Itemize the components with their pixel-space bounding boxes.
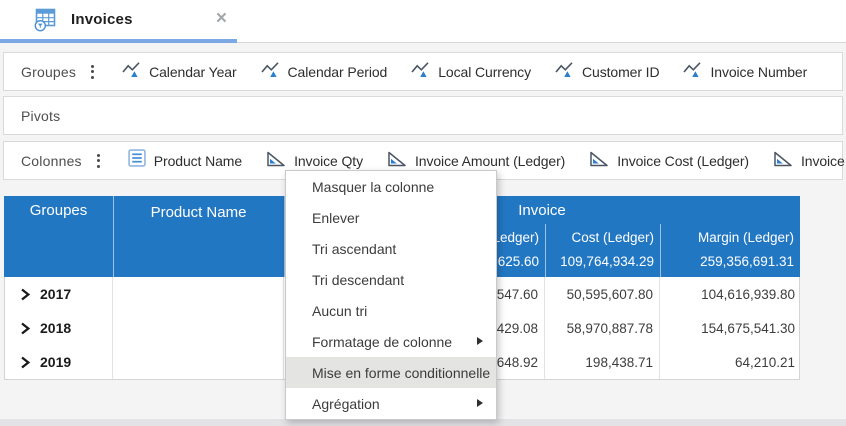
group-field-customer-id[interactable]: Customer ID bbox=[555, 61, 659, 83]
dimension-field-icon bbox=[261, 61, 280, 83]
column-field-invoice-cost[interactable]: Invoice Cost (Ledger) bbox=[589, 150, 749, 172]
cell-margin: 154,675,541.30 bbox=[660, 311, 801, 345]
menu-item-mise-en-forme-conditionnelle[interactable]: Mise en forme conditionnelle bbox=[286, 357, 496, 388]
menu-item-aucun-tri[interactable]: Aucun tri bbox=[286, 295, 496, 326]
row-2017-group-cell[interactable]: 2017 bbox=[5, 277, 113, 311]
chevron-right-icon[interactable] bbox=[19, 288, 31, 301]
menu-item-masquer-la-colonne[interactable]: Masquer la colonne bbox=[286, 171, 496, 202]
groups-chips: Calendar Year Calendar Period Local Curr… bbox=[122, 61, 807, 83]
table-filter-icon bbox=[33, 7, 58, 32]
dimension-field-icon bbox=[555, 61, 574, 83]
header-product-name[interactable]: Product Name bbox=[113, 201, 284, 225]
measure-column-icon bbox=[589, 150, 609, 172]
menu-item-tri-descendant[interactable]: Tri descendant bbox=[286, 264, 496, 295]
cell-margin: 104,616,939.80 bbox=[660, 277, 801, 311]
cell-cost: 198,438.71 bbox=[545, 345, 660, 379]
active-tab-underline bbox=[0, 39, 237, 43]
tab-title: Invoices bbox=[71, 11, 133, 28]
window-bottom-edge bbox=[0, 419, 846, 426]
menu-item-enlever[interactable]: Enlever bbox=[286, 202, 496, 233]
column-field-invoice-qty[interactable]: Invoice Qty bbox=[266, 150, 363, 172]
cell-cost: 50,595,607.80 bbox=[545, 277, 660, 311]
tab-bar: Invoices × bbox=[0, 0, 846, 43]
pivot-grid-window: Invoices × Groupes Calendar Year Calenda… bbox=[0, 0, 846, 426]
columns-menu-icon[interactable] bbox=[93, 151, 104, 171]
measure-column-icon bbox=[387, 150, 407, 172]
dimension-field-icon bbox=[411, 61, 430, 83]
submenu-arrow-icon bbox=[477, 399, 483, 407]
column-field-product-name[interactable]: Product Name bbox=[128, 149, 242, 172]
header-cost-ledger[interactable]: Cost (Ledger) bbox=[545, 224, 660, 250]
measure-column-icon bbox=[266, 150, 286, 172]
document-lines-icon bbox=[128, 149, 146, 172]
group-field-invoice-number[interactable]: Invoice Number bbox=[683, 61, 807, 83]
row-2018-group-cell[interactable]: 2018 bbox=[5, 311, 113, 345]
dimension-field-icon bbox=[122, 61, 141, 83]
grand-total-margin: 259,356,691.31 bbox=[660, 248, 800, 274]
tab-invoices[interactable]: Invoices × bbox=[0, 0, 237, 39]
submenu-arrow-icon bbox=[477, 337, 483, 345]
group-field-calendar-year[interactable]: Calendar Year bbox=[122, 61, 236, 83]
column-field-invoice-amount[interactable]: Invoice Amount (Ledger) bbox=[387, 150, 565, 172]
column-field-invoice-margin[interactable]: Invoice Margin (Ledger) bbox=[773, 150, 846, 172]
close-icon[interactable]: × bbox=[216, 8, 227, 30]
measure-column-icon bbox=[773, 150, 793, 172]
dimension-field-icon bbox=[683, 61, 702, 83]
header-groupes[interactable]: Groupes bbox=[4, 196, 113, 224]
menu-item-tri-ascendant[interactable]: Tri ascendant bbox=[286, 233, 496, 264]
group-field-calendar-period[interactable]: Calendar Period bbox=[261, 61, 388, 83]
header-margin-ledger[interactable]: Margin (Ledger) bbox=[660, 224, 800, 250]
columns-bar-label: Colonnes bbox=[21, 153, 82, 169]
columns-chips: Product Name Invoice Qty Invoice Amount … bbox=[128, 149, 846, 172]
column-context-menu: Masquer la colonne Enlever Tri ascendant… bbox=[285, 170, 497, 420]
pivots-bar-label: Pivots bbox=[21, 108, 60, 124]
groups-bar-label: Groupes bbox=[21, 64, 76, 80]
pivots-bar[interactable]: Pivots bbox=[3, 96, 843, 135]
chevron-right-icon[interactable] bbox=[19, 322, 31, 335]
menu-item-formatage-de-colonne[interactable]: Formatage de colonne bbox=[286, 326, 496, 357]
groups-bar: Groupes Calendar Year Calendar Period Lo… bbox=[3, 52, 843, 91]
cell-margin: 64,210.21 bbox=[660, 345, 801, 379]
chevron-right-icon[interactable] bbox=[19, 356, 31, 369]
groups-menu-icon[interactable] bbox=[87, 62, 98, 82]
group-field-local-currency[interactable]: Local Currency bbox=[411, 61, 531, 83]
grand-total-cost: 109,764,934.29 bbox=[545, 248, 660, 274]
cell-cost: 58,970,887.78 bbox=[545, 311, 660, 345]
menu-item-agregation[interactable]: Agrégation bbox=[286, 388, 496, 419]
row-2019-group-cell[interactable]: 2019 bbox=[5, 345, 113, 379]
